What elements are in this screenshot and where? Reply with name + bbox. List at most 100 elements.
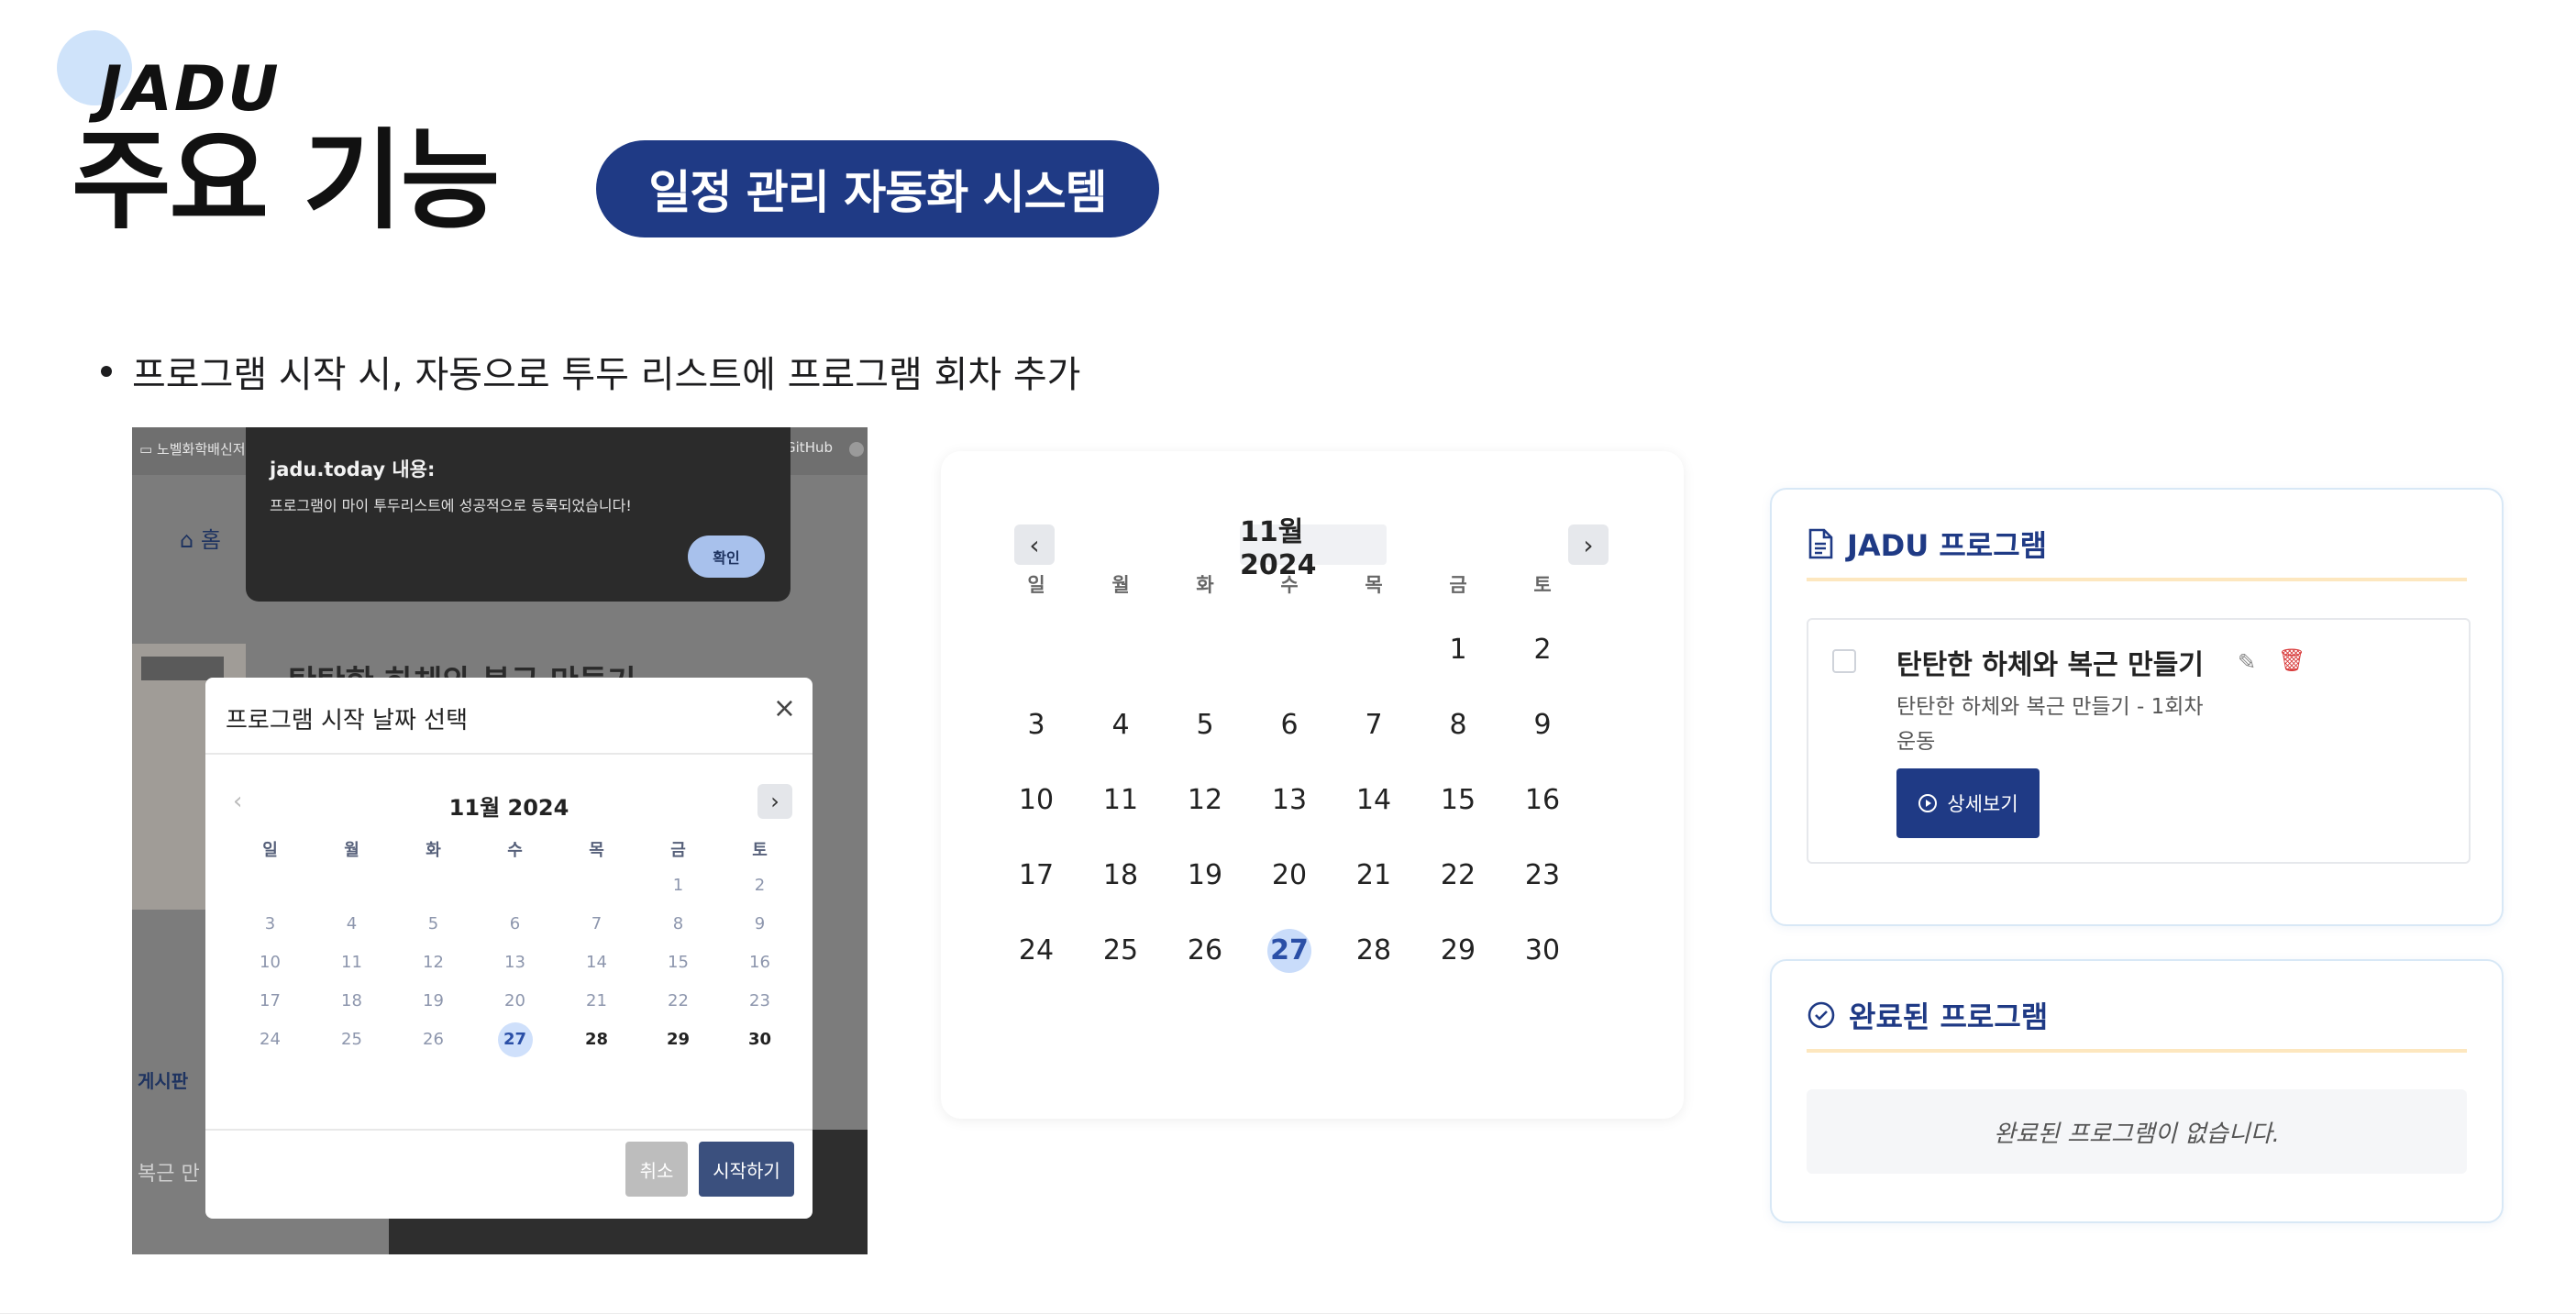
- calendar-day[interactable]: 16: [1500, 783, 1585, 818]
- calendar-day: 20: [504, 991, 525, 1010]
- program-panel-title: JADU 프로그램: [1847, 528, 2048, 563]
- browser-alert-dialog: jadu.today 내용: 프로그램이 마이 투두리스트에 성공적으로 등록되…: [246, 427, 790, 602]
- calendar-day: 7: [591, 914, 603, 933]
- calendar-day: 16: [749, 953, 770, 972]
- calendar-day[interactable]: 25: [1078, 933, 1163, 968]
- calendar-day[interactable]: 4: [1078, 708, 1163, 743]
- calendar-day[interactable]: 14: [1332, 783, 1416, 818]
- calendar-day: 4: [346, 914, 358, 933]
- calendar-day[interactable]: 20: [1247, 858, 1332, 893]
- calendar-day[interactable]: 29: [1416, 933, 1500, 968]
- start-button[interactable]: 시작하기: [699, 1142, 794, 1197]
- calendar-day[interactable]: 17: [994, 858, 1078, 893]
- calendar-empty-cell: [1163, 633, 1247, 668]
- calendar-day[interactable]: 29: [637, 1030, 719, 1052]
- nav-board[interactable]: 게시판: [138, 1066, 188, 1093]
- modal-footer-divider: [205, 1129, 813, 1131]
- screenshot-panel: ▭ 노벨화학배신저 GitHub ⌂ 홈 탄탄한 하체와 복근 만들기 게시판 …: [132, 427, 868, 1254]
- program-item-description: 탄탄한 하체와 복근 만들기 - 1회차 운동: [1896, 695, 2204, 754]
- calendar-day: 17: [260, 991, 281, 1010]
- calendar-weekdays: 일월화수목금토: [994, 570, 1585, 598]
- calendar-day: 22: [668, 991, 689, 1010]
- jadu-program-panel: JADU 프로그램 탄탄한 하체와 복근 만들기 ✎ 🗑 탄탄한 하체와 복근 …: [1770, 488, 2504, 926]
- calendar-day[interactable]: 15: [1416, 783, 1500, 818]
- calendar-day: 10: [260, 953, 281, 972]
- program-item: 탄탄한 하체와 복근 만들기 ✎ 🗑 탄탄한 하체와 복근 만들기 - 1회차 …: [1807, 618, 2471, 864]
- calendar-day[interactable]: 21: [1332, 858, 1416, 893]
- calendar-day[interactable]: 13: [1247, 783, 1332, 818]
- calendar-day[interactable]: 9: [1500, 708, 1585, 743]
- calendar-day[interactable]: 23: [1500, 858, 1585, 893]
- weekday-label: 토: [752, 841, 768, 860]
- calendar-day[interactable]: 28: [1332, 933, 1416, 968]
- header-divider: [1807, 1049, 2467, 1053]
- weekday-label: 화: [1196, 574, 1214, 596]
- alert-title: jadu.today 내용:: [270, 458, 436, 480]
- calendar-day: 11: [341, 953, 362, 972]
- modal-divider: [205, 753, 813, 755]
- calendar-day: 19: [423, 991, 444, 1010]
- calendar-day-selected[interactable]: 27: [497, 1022, 533, 1057]
- next-month-button[interactable]: ›: [757, 784, 792, 819]
- weekday-label: 월: [344, 841, 359, 860]
- weekday-label: 금: [670, 841, 686, 860]
- calendar-empty-cell: [1078, 633, 1163, 668]
- calendar-empty-cell: [311, 876, 392, 898]
- calendar-day[interactable]: 3: [994, 708, 1078, 743]
- feature-bullet: 프로그램 시작 시, 자동으로 투두 리스트에 프로그램 회차 추가: [101, 345, 1080, 398]
- calendar-day: 2: [754, 876, 766, 895]
- banner-caption: 복근 만: [138, 1163, 200, 1186]
- weekday-label: 수: [507, 841, 523, 860]
- nav-home[interactable]: ⌂ 홈: [180, 522, 221, 554]
- calendar-day[interactable]: 30: [719, 1030, 801, 1052]
- github-bookmark[interactable]: GitHub: [785, 439, 833, 456]
- alert-message: 프로그램이 마이 투두리스트에 성공적으로 등록되었습니다!: [270, 497, 632, 514]
- calendar-day: 13: [504, 953, 525, 972]
- detail-button[interactable]: 상세보기: [1896, 768, 2040, 838]
- calendar-next-button[interactable]: ›: [1568, 524, 1609, 565]
- modal-title: 프로그램 시작 날짜 선택: [226, 707, 468, 734]
- calendar-day[interactable]: 7: [1332, 708, 1416, 743]
- calendar-empty-cell: [474, 876, 556, 898]
- calendar-day[interactable]: 19: [1163, 858, 1247, 893]
- calendar-day[interactable]: 11: [1078, 783, 1163, 818]
- alert-confirm-button[interactable]: 확인: [688, 536, 765, 578]
- calendar-day[interactable]: 10: [994, 783, 1078, 818]
- calendar-empty-cell: [392, 876, 474, 898]
- bookmark-item[interactable]: ▭ 노벨화학배신저: [139, 439, 246, 458]
- calendar-day[interactable]: 5: [1163, 708, 1247, 743]
- check-circle-icon: [1808, 1001, 1835, 1029]
- calendar-day: 8: [672, 914, 684, 933]
- calendar-day: 25: [341, 1030, 362, 1049]
- calendar-day: 18: [341, 991, 362, 1010]
- calendar-day[interactable]: 8: [1416, 708, 1500, 743]
- edit-icon[interactable]: ✎: [2238, 649, 2256, 675]
- calendar-day[interactable]: 26: [1163, 933, 1247, 968]
- calendar-day[interactable]: 30: [1500, 933, 1585, 968]
- detail-button-label: 상세보기: [1947, 794, 2018, 815]
- calendar-day[interactable]: 2: [1500, 633, 1585, 668]
- calendar-day: 23: [749, 991, 770, 1010]
- completed-panel-title: 완료된 프로그램: [1849, 999, 2049, 1034]
- weekday-label: 일: [1027, 574, 1045, 596]
- weekday-label: 화: [426, 841, 441, 860]
- calendar-day[interactable]: 12: [1163, 783, 1247, 818]
- complete-checkbox[interactable]: [1832, 649, 1856, 673]
- close-icon[interactable]: ×: [773, 692, 796, 724]
- calendar-prev-button[interactable]: ‹: [1014, 524, 1055, 565]
- cancel-button[interactable]: 취소: [625, 1142, 688, 1197]
- weekday-label: 금: [1449, 574, 1467, 596]
- trash-icon[interactable]: 🗑: [2278, 647, 2305, 673]
- calendar-day[interactable]: 6: [1247, 708, 1332, 743]
- calendar-empty-cell: [1332, 633, 1416, 668]
- calendar-day: 9: [754, 914, 766, 933]
- bullet-text: 프로그램 시작 시, 자동으로 투두 리스트에 프로그램 회차 추가: [132, 354, 1081, 396]
- calendar-day[interactable]: 24: [994, 933, 1078, 968]
- calendar-empty-cell: [229, 876, 311, 898]
- calendar-day[interactable]: 22: [1416, 858, 1500, 893]
- calendar-day[interactable]: 18: [1078, 858, 1163, 893]
- calendar-day[interactable]: 28: [556, 1030, 637, 1052]
- calendar-day-selected[interactable]: 27: [1267, 929, 1311, 973]
- calendar-day[interactable]: 1: [1416, 633, 1500, 668]
- calendar-day: 26: [423, 1030, 444, 1049]
